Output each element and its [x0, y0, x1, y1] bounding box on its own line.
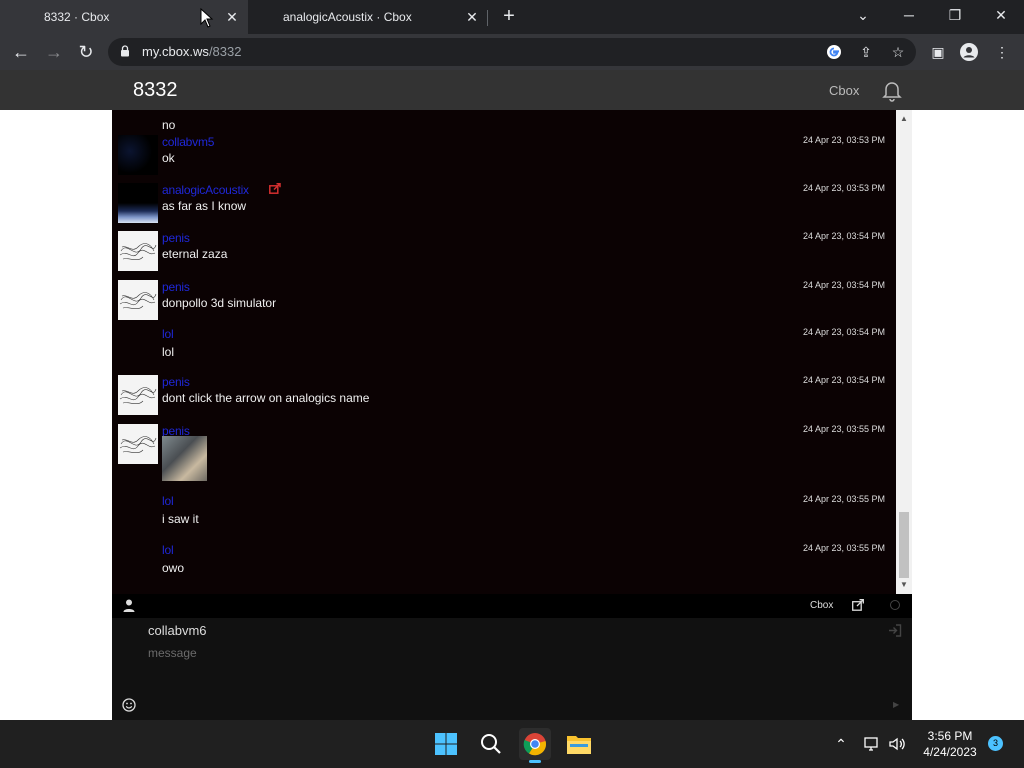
clock-date: 4/24/2023: [923, 745, 977, 759]
search-icon[interactable]: [475, 728, 507, 760]
message-timestamp: 24 Apr 23, 03:55 PM: [802, 543, 885, 553]
message-timestamp: 24 Apr 23, 03:54 PM: [802, 280, 885, 290]
file-explorer-icon[interactable]: [563, 728, 595, 760]
message-timestamp: 24 Apr 23, 03:54 PM: [802, 231, 885, 241]
notification-badge[interactable]: 3: [988, 736, 1003, 751]
username-display[interactable]: collabvm6: [148, 623, 207, 638]
message-text: eternal zaza: [162, 247, 228, 261]
username-link[interactable]: penis: [162, 280, 190, 294]
attached-image[interactable]: [162, 436, 207, 481]
username-link[interactable]: lol: [162, 494, 174, 508]
avatar[interactable]: [118, 231, 158, 271]
browser-toolbar: ← → ↻ my.cbox.ws/8332 ⇪ ☆ ▣ ⋮: [0, 34, 1024, 70]
message-list[interactable]: no collabvm5 ok 24 Apr 23, 03:53 PM anal…: [112, 110, 896, 594]
tab-close-icon[interactable]: ✕: [462, 9, 482, 26]
message-text: i saw it: [162, 512, 199, 526]
lock-icon[interactable]: [120, 45, 130, 57]
new-tab-icon[interactable]: +: [498, 5, 520, 27]
message-text: owo: [162, 561, 185, 575]
page-title: 8332: [133, 79, 178, 101]
profile-icon[interactable]: [959, 42, 979, 62]
message-text: lol: [162, 345, 175, 359]
sign-in-icon[interactable]: [888, 624, 902, 637]
message-text: as far as I know: [162, 199, 247, 213]
mouse-cursor-icon: [200, 8, 214, 28]
web-page: 8332 Cbox no collabvm5 ok 24 Apr 23, 03:…: [0, 70, 1024, 720]
cbox-link[interactable]: Cbox: [829, 83, 859, 98]
message-scrollbar[interactable]: ▲ ▼: [896, 110, 912, 594]
connection-status-icon: [890, 600, 900, 610]
emoji-icon[interactable]: [122, 698, 136, 712]
message-composer: collabvm6 ▶: [112, 618, 912, 720]
message-timestamp: 24 Apr 23, 03:55 PM: [802, 494, 885, 504]
start-icon[interactable]: [430, 728, 462, 760]
message-timestamp: 24 Apr 23, 03:53 PM: [802, 183, 885, 193]
message-text: dont click the arrow on analogics name: [162, 391, 370, 405]
bell-icon[interactable]: [880, 78, 904, 102]
more-menu-icon[interactable]: ⋮: [992, 42, 1012, 62]
popout-icon[interactable]: [852, 599, 864, 611]
system-clock[interactable]: 3:56 PM 4/24/2023: [914, 728, 986, 760]
back-arrow-icon[interactable]: ←: [9, 40, 33, 64]
username-link[interactable]: analogicAcoustix: [162, 183, 249, 197]
avatar[interactable]: [118, 280, 158, 320]
cbox-brand-link[interactable]: Cbox: [810, 600, 833, 611]
url-text: my.cbox.ws/8332: [142, 44, 242, 59]
message-timestamp: 24 Apr 23, 03:54 PM: [802, 375, 885, 385]
message-text: ok: [162, 151, 175, 165]
windows-taskbar: ⌃ 3:56 PM 4/24/2023 3: [0, 720, 1024, 768]
username-link[interactable]: lol: [162, 327, 174, 341]
chrome-app-icon[interactable]: [519, 728, 551, 763]
tab-analogicacoustix[interactable]: analogicAcoustix · Cbox ✕: [248, 0, 488, 34]
avatar[interactable]: [118, 424, 158, 464]
message-timestamp: 24 Apr 23, 03:53 PM: [802, 135, 885, 145]
message-text: no: [162, 118, 176, 132]
message-input[interactable]: [144, 642, 884, 664]
clock-time: 3:56 PM: [927, 729, 973, 743]
volume-icon[interactable]: [887, 734, 907, 754]
active-app-indicator: [529, 760, 541, 763]
scrollbar-thumb[interactable]: [899, 512, 909, 578]
bookmark-star-icon[interactable]: ☆: [890, 44, 906, 60]
username-link[interactable]: penis: [162, 231, 190, 245]
restore-icon[interactable]: ❐: [932, 0, 978, 34]
message-text: donpollo 3d simulator: [162, 296, 277, 310]
tab-search-chevron-icon[interactable]: ⌄: [840, 0, 886, 34]
username-link[interactable]: penis: [162, 375, 190, 389]
username-link[interactable]: lol: [162, 543, 174, 557]
show-hidden-icons-chevron-icon[interactable]: ⌃: [831, 734, 851, 754]
chat-status-bar: Cbox: [112, 594, 912, 618]
forward-arrow-icon[interactable]: →: [42, 40, 66, 64]
minimize-icon[interactable]: ─: [886, 0, 932, 34]
browser-tab-bar: 8332 · Cbox ✕ analogicAcoustix · Cbox ✕ …: [0, 0, 1024, 34]
close-window-icon[interactable]: ✕: [978, 0, 1024, 34]
message-timestamp: 24 Apr 23, 03:54 PM: [802, 327, 885, 337]
tab-separator: [487, 10, 488, 26]
avatar[interactable]: [118, 135, 158, 175]
scroll-up-arrow-icon[interactable]: ▲: [896, 112, 912, 126]
chat-box: no collabvm5 ok 24 Apr 23, 03:53 PM anal…: [112, 110, 912, 720]
username-link[interactable]: collabvm5: [162, 135, 214, 149]
scroll-down-arrow-icon[interactable]: ▼: [896, 578, 912, 592]
tab-title: 8332 · Cbox: [44, 10, 110, 24]
send-arrow-icon[interactable]: ▶: [893, 700, 899, 709]
tab-title: analogicAcoustix · Cbox: [283, 10, 412, 24]
external-link-icon[interactable]: [269, 183, 281, 194]
side-panel-icon[interactable]: ▣: [928, 42, 948, 62]
tab-close-icon[interactable]: ✕: [222, 9, 242, 26]
site-header: 8332 Cbox: [0, 70, 1024, 110]
reload-icon[interactable]: ↻: [74, 40, 98, 64]
message-timestamp: 24 Apr 23, 03:55 PM: [802, 424, 885, 434]
share-icon[interactable]: ⇪: [858, 44, 874, 60]
address-bar[interactable]: my.cbox.ws/8332 ⇪ ☆: [108, 38, 916, 66]
network-icon[interactable]: [862, 734, 882, 754]
avatar[interactable]: [118, 183, 158, 223]
user-icon[interactable]: [123, 599, 135, 612]
avatar[interactable]: [118, 375, 158, 415]
google-icon[interactable]: [826, 44, 842, 60]
